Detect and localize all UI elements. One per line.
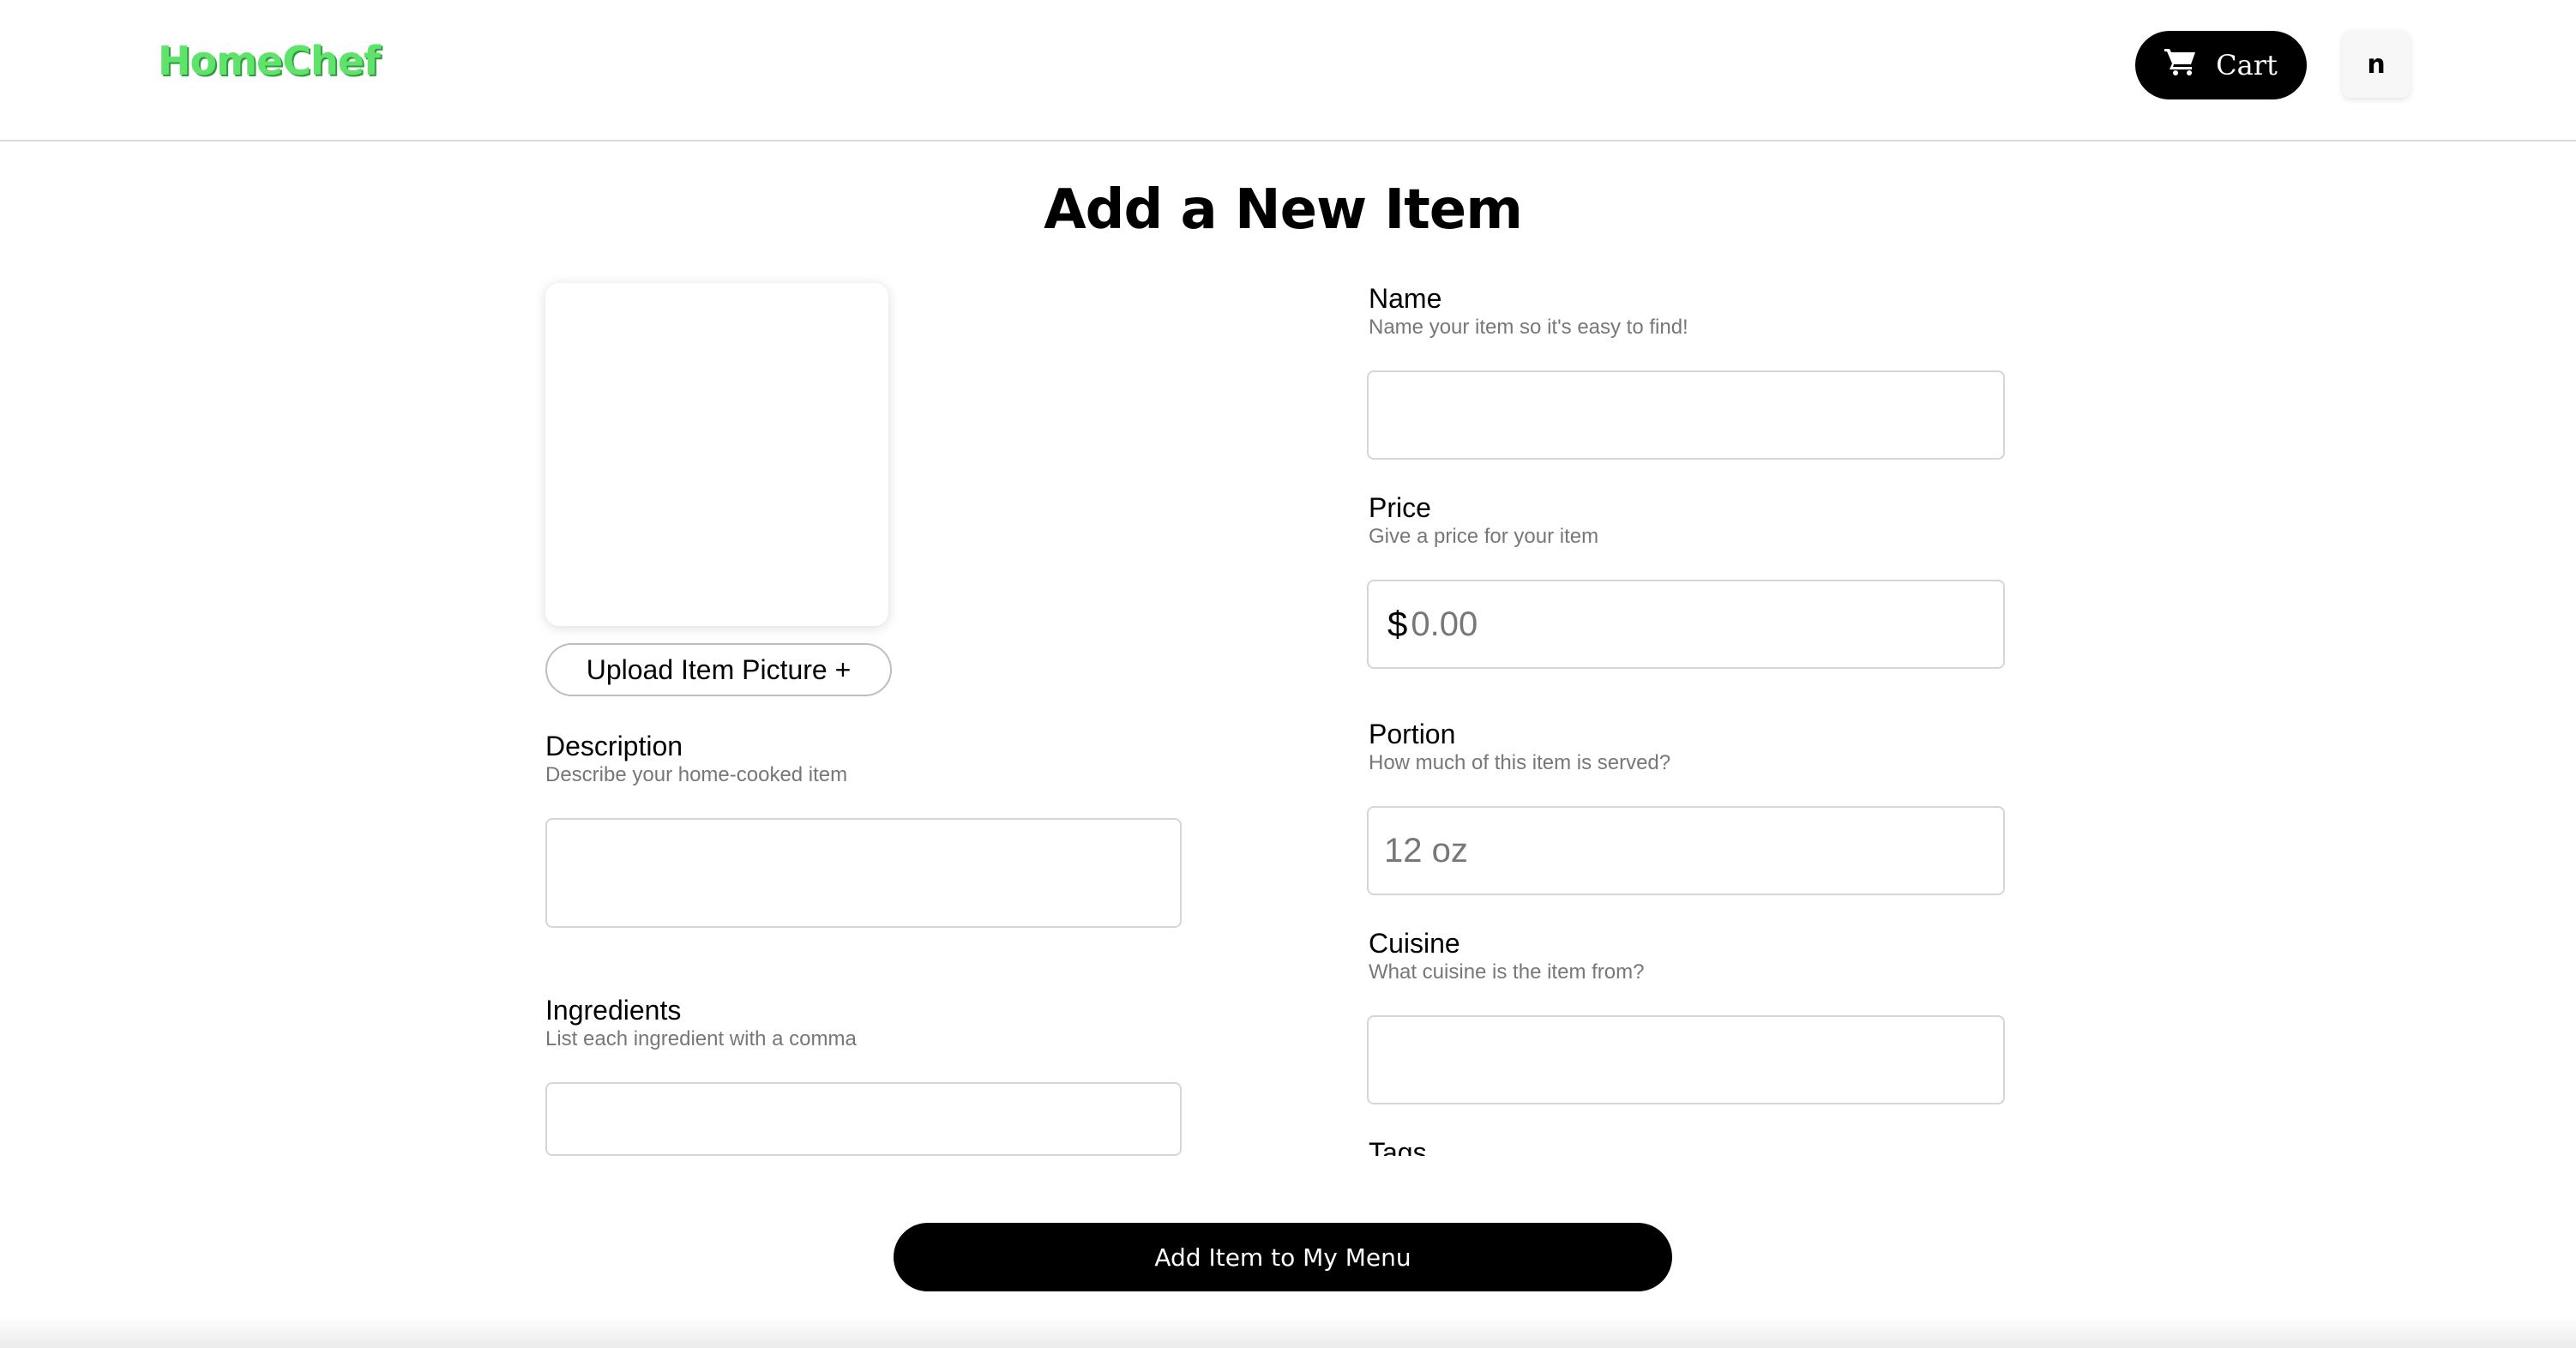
price-hint: Give a price for your item [1369,525,1599,548]
cuisine-label: Cuisine [1369,928,1460,959]
name-input[interactable] [1367,370,2005,460]
item-photo-preview [545,283,888,626]
tags-label: Tags [1369,1137,1427,1156]
price-label: Price [1369,492,1431,523]
name-hint: Name your item so it's easy to find! [1369,316,1688,339]
shopping-cart-icon [2164,47,2197,83]
description-label: Description [545,731,683,761]
upload-item-picture-button[interactable]: Upload Item Picture + [545,643,892,696]
ingredients-hint: List each ingredient with a comma [545,1027,857,1050]
price-field[interactable]: $ [1367,580,2005,669]
portion-label: Portion [1369,719,1456,749]
cart-label: Cart [2216,49,2278,81]
cuisine-input[interactable] [1367,1015,2005,1104]
ingredients-label: Ingredients [545,995,682,1026]
portion-input[interactable] [1367,806,2005,895]
price-input[interactable] [1411,583,2003,665]
description-hint: Describe your home-cooked item [545,763,848,786]
portion-hint: How much of this item is served? [1369,751,1671,774]
currency-symbol: $ [1387,604,1408,644]
description-input[interactable] [545,818,1182,928]
add-item-to-menu-button[interactable]: Add Item to My Menu [894,1223,1672,1291]
name-label: Name [1369,283,1442,314]
top-header: HomeChef Cart n [0,0,2576,141]
ingredients-input[interactable] [545,1082,1182,1156]
bottom-shadow [0,1315,2576,1348]
cart-button[interactable]: Cart [2135,31,2307,99]
homechef-logo[interactable]: HomeChef [158,38,381,84]
page-title: Add a New Item [1044,178,1523,242]
user-avatar[interactable]: n [2343,31,2410,98]
cuisine-hint: What cuisine is the item from? [1369,960,1645,984]
